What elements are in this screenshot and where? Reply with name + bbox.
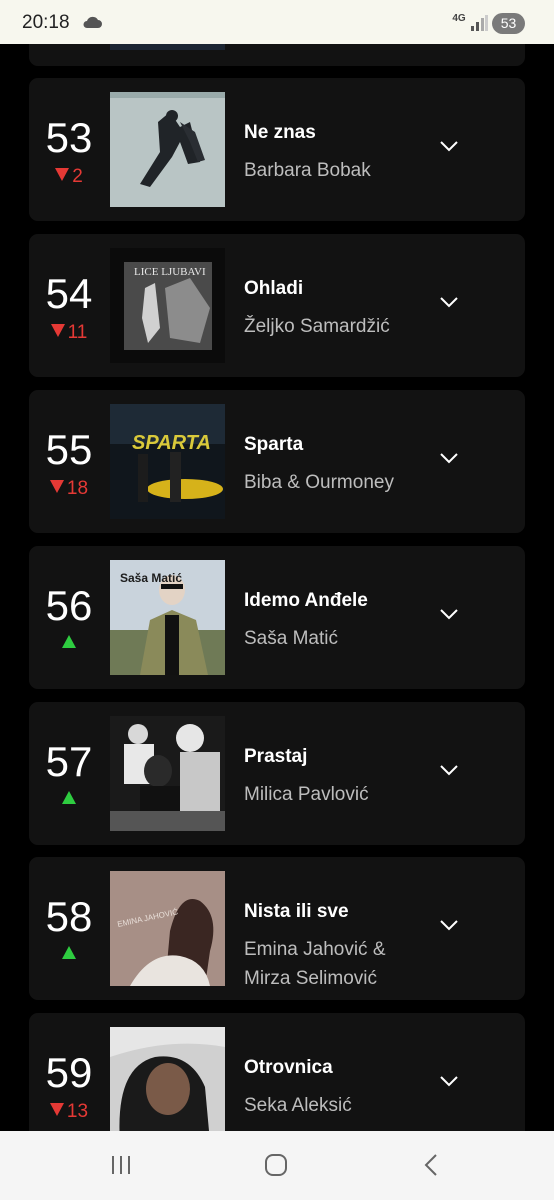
- rank-change: 18: [29, 478, 109, 500]
- chart-item[interactable]: 53 2 Ne znas Barbara Bobak: [29, 78, 525, 221]
- arrow-up-icon: [62, 635, 76, 648]
- album-cover: LICE LJUBAVI: [110, 248, 225, 363]
- song-title: Sparta: [244, 434, 304, 455]
- album-cover: EMINA JAHOVIĆ: [110, 871, 225, 986]
- song-title: Idemo Anđele: [244, 590, 368, 611]
- chart-item[interactable]: 54 11 LICE LJUBAVI Ohladi Željko Samardž…: [29, 234, 525, 377]
- recent-apps-icon[interactable]: [110, 1155, 132, 1175]
- album-cover: [110, 1027, 225, 1131]
- rank-number: 58: [45, 893, 93, 940]
- cloud-icon: [83, 16, 102, 28]
- chart-item[interactable]: 55 18 SPARTA Sparta Biba & Ourmoney: [29, 390, 525, 533]
- rank-change: [29, 945, 109, 967]
- rank-change-value: 11: [67, 322, 88, 343]
- song-title: Nista ili sve: [244, 901, 349, 922]
- home-icon[interactable]: [264, 1153, 288, 1177]
- song-title: Ohladi: [244, 278, 304, 299]
- status-time: 20:18: [22, 12, 70, 33]
- chevron-down-icon[interactable]: [439, 608, 459, 620]
- chevron-down-icon[interactable]: [439, 452, 459, 464]
- status-bar: 20:18 4G 53: [0, 0, 554, 44]
- chevron-down-icon[interactable]: [439, 1075, 459, 1087]
- battery-indicator: 53: [492, 13, 525, 34]
- rank-change: 13: [29, 1101, 109, 1123]
- song-title: Otrovnica: [244, 1057, 333, 1078]
- rank-number: 59: [45, 1049, 93, 1096]
- rank-number: 57: [45, 738, 93, 785]
- arrow-down-icon: [55, 168, 70, 181]
- chart-list[interactable]: 53 2 Ne znas Barbara Bobak 54 11 LICE LJ: [0, 44, 554, 1131]
- rank-change-value: 18: [66, 478, 89, 499]
- rank-number: 54: [45, 270, 93, 317]
- rank-number: 53: [45, 114, 93, 161]
- artist-name: Milica Pavlović: [244, 784, 369, 805]
- arrow-down-icon: [49, 480, 64, 493]
- chevron-down-icon[interactable]: [439, 764, 459, 776]
- chart-item[interactable]: 59 13 Otrovnica Seka Aleksić: [29, 1013, 525, 1131]
- rank-change-value: 2: [72, 166, 83, 187]
- chevron-down-icon[interactable]: [439, 296, 459, 308]
- rank-number: 56: [45, 582, 93, 629]
- artist-name: Saša Matić: [244, 628, 338, 649]
- system-nav-bar: [0, 1131, 554, 1200]
- chart-item[interactable]: 57 Prastaj Milica Pavlović: [29, 702, 525, 845]
- chart-item[interactable]: 58 EMINA JAHOVIĆ Nista ili sve Emina Jah…: [29, 857, 525, 1000]
- artist-name: Biba & Ourmoney: [244, 472, 394, 493]
- artist-name: Seka Aleksić: [244, 1095, 352, 1116]
- arrow-up-icon: [62, 946, 76, 959]
- chart-item-partial[interactable]: [29, 44, 525, 66]
- signal-icon: [471, 15, 488, 31]
- album-cover: Saša Matić: [110, 560, 225, 675]
- rank-change: [29, 634, 109, 656]
- cover-text: SPARTA: [132, 432, 211, 454]
- album-cover: SPARTA: [110, 404, 225, 519]
- chevron-down-icon[interactable]: [439, 140, 459, 152]
- cover-text: LICE LJUBAVI: [134, 266, 206, 278]
- artist-name: Željko Samardžić: [244, 316, 390, 337]
- cover-text: Saša Matić: [120, 571, 182, 585]
- album-cover: [110, 92, 225, 207]
- chart-item[interactable]: 56 Saša Matić Idemo Anđele Saša Matić: [29, 546, 525, 689]
- network-type: 4G: [452, 13, 466, 24]
- rank-change: [29, 790, 109, 812]
- rank-change: 2: [29, 166, 109, 188]
- song-title: Prastaj: [244, 746, 308, 767]
- artist-name: Barbara Bobak: [244, 160, 371, 181]
- arrow-up-icon: [62, 791, 76, 804]
- rank-change: 11: [29, 322, 109, 344]
- album-cover: [110, 716, 225, 831]
- arrow-down-icon: [49, 1103, 64, 1116]
- back-icon[interactable]: [423, 1153, 439, 1177]
- arrow-down-icon: [50, 324, 65, 337]
- artist-name: Emina Jahović & Mirza Selimović: [244, 939, 386, 989]
- rank-number: 55: [45, 426, 93, 473]
- rank-change-value: 13: [66, 1101, 89, 1122]
- song-title: Ne znas: [244, 122, 316, 143]
- chevron-down-icon[interactable]: [439, 919, 459, 931]
